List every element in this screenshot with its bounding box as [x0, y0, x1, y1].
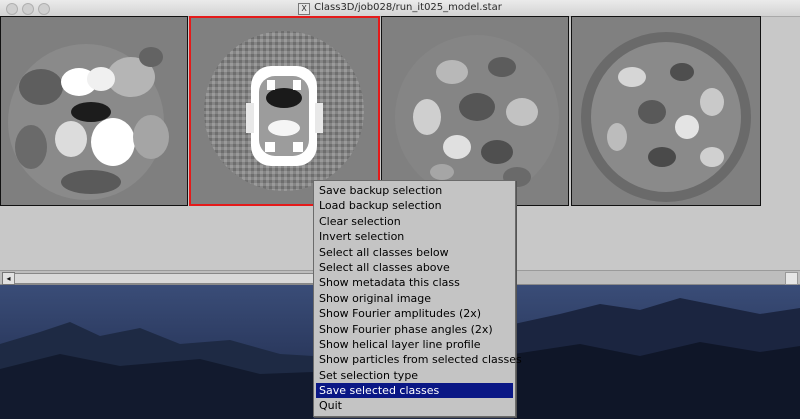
- menu-item-show-particles[interactable]: Show particles from selected classes: [314, 352, 522, 367]
- menu-item-save-selected-classes[interactable]: Save selected classes: [316, 383, 513, 399]
- window-title-container: X Class3D/job028/run_it025_model.star: [0, 1, 800, 15]
- menu-item-set-selection-type[interactable]: Set selection type: [314, 368, 515, 383]
- menu-item-select-classes-above[interactable]: Select all classes above: [314, 260, 515, 275]
- class-image-4: [572, 17, 760, 205]
- scrollbar-thumb[interactable]: [14, 273, 316, 284]
- class-thumbnail-1[interactable]: [0, 16, 188, 206]
- class-thumbnail-4[interactable]: [571, 16, 761, 206]
- menu-item-quit[interactable]: Quit: [314, 398, 515, 413]
- x11-icon: X: [298, 3, 311, 15]
- menu-item-save-backup-selection[interactable]: Save backup selection: [314, 183, 515, 198]
- menu-item-show-fourier-phase-angles[interactable]: Show Fourier phase angles (2x): [314, 322, 515, 337]
- class-image-2: [191, 18, 378, 204]
- class-thumbnail-3[interactable]: [381, 16, 569, 206]
- context-menu: Save backup selection Load backup select…: [313, 180, 522, 417]
- menu-item-invert-selection[interactable]: Invert selection: [314, 229, 515, 244]
- menu-item-show-metadata[interactable]: Show metadata this class: [314, 275, 515, 290]
- menu-item-show-original-image[interactable]: Show original image: [314, 291, 515, 306]
- menu-item-load-backup-selection[interactable]: Load backup selection: [314, 198, 515, 213]
- class-image-1: [1, 17, 187, 205]
- class-image-3: [382, 17, 568, 205]
- class-thumbnail-2[interactable]: [189, 16, 380, 206]
- menu-item-show-fourier-amplitudes[interactable]: Show Fourier amplitudes (2x): [314, 306, 515, 321]
- menu-item-show-helical-layer-line-profile[interactable]: Show helical layer line profile: [314, 337, 515, 352]
- resize-grip-icon[interactable]: [785, 272, 798, 285]
- menu-item-clear-selection[interactable]: Clear selection: [314, 214, 515, 229]
- menu-item-select-classes-below[interactable]: Select all classes below: [314, 245, 515, 260]
- title-bar: X Class3D/job028/run_it025_model.star: [0, 0, 800, 17]
- window-title: Class3D/job028/run_it025_model.star: [314, 2, 502, 13]
